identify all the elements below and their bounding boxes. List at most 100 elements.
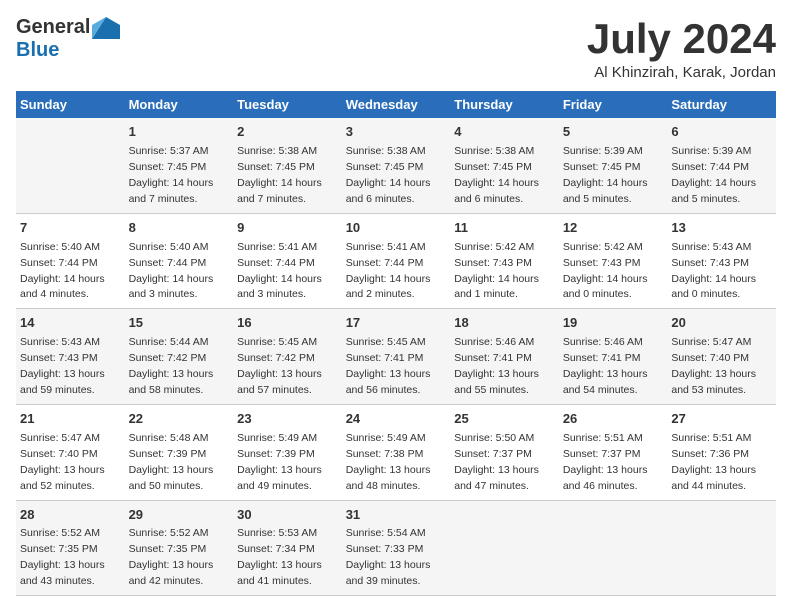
calendar-cell: 20 Sunrise: 5:47 AMSunset: 7:40 PMDaylig…	[667, 309, 776, 405]
header-tuesday: Tuesday	[233, 91, 342, 118]
calendar-cell: 8 Sunrise: 5:40 AMSunset: 7:44 PMDayligh…	[125, 213, 234, 309]
header-saturday: Saturday	[667, 91, 776, 118]
calendar-header-row: SundayMondayTuesdayWednesdayThursdayFrid…	[16, 91, 776, 118]
calendar-cell: 3 Sunrise: 5:38 AMSunset: 7:45 PMDayligh…	[342, 118, 451, 213]
day-number: 4	[454, 123, 555, 142]
day-number: 20	[671, 314, 772, 333]
day-info: Sunrise: 5:38 AMSunset: 7:45 PMDaylight:…	[454, 145, 539, 205]
day-info: Sunrise: 5:49 AMSunset: 7:39 PMDaylight:…	[237, 432, 322, 492]
day-info: Sunrise: 5:46 AMSunset: 7:41 PMDaylight:…	[454, 336, 539, 396]
day-info: Sunrise: 5:40 AMSunset: 7:44 PMDaylight:…	[20, 241, 105, 301]
day-number: 15	[129, 314, 230, 333]
calendar-week-row: 7 Sunrise: 5:40 AMSunset: 7:44 PMDayligh…	[16, 213, 776, 309]
day-number: 29	[129, 506, 230, 525]
day-number: 8	[129, 219, 230, 238]
calendar-cell: 17 Sunrise: 5:45 AMSunset: 7:41 PMDaylig…	[342, 309, 451, 405]
calendar-cell: 18 Sunrise: 5:46 AMSunset: 7:41 PMDaylig…	[450, 309, 559, 405]
day-info: Sunrise: 5:48 AMSunset: 7:39 PMDaylight:…	[129, 432, 214, 492]
day-info: Sunrise: 5:40 AMSunset: 7:44 PMDaylight:…	[129, 241, 214, 301]
page-header: General Blue July 2024 Al Khinzirah, Kar…	[16, 16, 776, 81]
day-number: 21	[20, 410, 121, 429]
day-info: Sunrise: 5:38 AMSunset: 7:45 PMDaylight:…	[346, 145, 431, 205]
day-info: Sunrise: 5:53 AMSunset: 7:34 PMDaylight:…	[237, 527, 322, 587]
day-number: 12	[563, 219, 664, 238]
day-info: Sunrise: 5:43 AMSunset: 7:43 PMDaylight:…	[671, 241, 756, 301]
calendar-cell: 15 Sunrise: 5:44 AMSunset: 7:42 PMDaylig…	[125, 309, 234, 405]
calendar-cell	[559, 500, 668, 596]
day-info: Sunrise: 5:52 AMSunset: 7:35 PMDaylight:…	[20, 527, 105, 587]
day-info: Sunrise: 5:52 AMSunset: 7:35 PMDaylight:…	[129, 527, 214, 587]
header-monday: Monday	[125, 91, 234, 118]
calendar-cell: 12 Sunrise: 5:42 AMSunset: 7:43 PMDaylig…	[559, 213, 668, 309]
logo: General Blue	[16, 16, 120, 62]
calendar-cell: 14 Sunrise: 5:43 AMSunset: 7:43 PMDaylig…	[16, 309, 125, 405]
day-info: Sunrise: 5:41 AMSunset: 7:44 PMDaylight:…	[346, 241, 431, 301]
calendar-cell: 23 Sunrise: 5:49 AMSunset: 7:39 PMDaylig…	[233, 404, 342, 500]
day-number: 16	[237, 314, 338, 333]
header-thursday: Thursday	[450, 91, 559, 118]
day-number: 30	[237, 506, 338, 525]
day-info: Sunrise: 5:42 AMSunset: 7:43 PMDaylight:…	[563, 241, 648, 301]
day-number: 11	[454, 219, 555, 238]
logo-icon	[92, 17, 120, 39]
calendar-cell: 7 Sunrise: 5:40 AMSunset: 7:44 PMDayligh…	[16, 213, 125, 309]
calendar-cell: 26 Sunrise: 5:51 AMSunset: 7:37 PMDaylig…	[559, 404, 668, 500]
day-info: Sunrise: 5:47 AMSunset: 7:40 PMDaylight:…	[20, 432, 105, 492]
day-number: 7	[20, 219, 121, 238]
day-number: 6	[671, 123, 772, 142]
calendar-cell: 19 Sunrise: 5:46 AMSunset: 7:41 PMDaylig…	[559, 309, 668, 405]
calendar-cell: 11 Sunrise: 5:42 AMSunset: 7:43 PMDaylig…	[450, 213, 559, 309]
day-info: Sunrise: 5:37 AMSunset: 7:45 PMDaylight:…	[129, 145, 214, 205]
day-info: Sunrise: 5:43 AMSunset: 7:43 PMDaylight:…	[20, 336, 105, 396]
day-number: 10	[346, 219, 447, 238]
calendar-cell: 10 Sunrise: 5:41 AMSunset: 7:44 PMDaylig…	[342, 213, 451, 309]
calendar-cell: 1 Sunrise: 5:37 AMSunset: 7:45 PMDayligh…	[125, 118, 234, 213]
calendar-cell: 13 Sunrise: 5:43 AMSunset: 7:43 PMDaylig…	[667, 213, 776, 309]
day-number: 25	[454, 410, 555, 429]
day-number: 27	[671, 410, 772, 429]
day-number: 28	[20, 506, 121, 525]
day-number: 23	[237, 410, 338, 429]
day-number: 26	[563, 410, 664, 429]
calendar-cell: 28 Sunrise: 5:52 AMSunset: 7:35 PMDaylig…	[16, 500, 125, 596]
calendar-table: SundayMondayTuesdayWednesdayThursdayFrid…	[16, 91, 776, 596]
calendar-cell	[667, 500, 776, 596]
calendar-week-row: 21 Sunrise: 5:47 AMSunset: 7:40 PMDaylig…	[16, 404, 776, 500]
day-info: Sunrise: 5:47 AMSunset: 7:40 PMDaylight:…	[671, 336, 756, 396]
day-number: 1	[129, 123, 230, 142]
day-info: Sunrise: 5:42 AMSunset: 7:43 PMDaylight:…	[454, 241, 539, 301]
calendar-cell: 24 Sunrise: 5:49 AMSunset: 7:38 PMDaylig…	[342, 404, 451, 500]
calendar-cell	[450, 500, 559, 596]
day-number: 5	[563, 123, 664, 142]
day-info: Sunrise: 5:51 AMSunset: 7:37 PMDaylight:…	[563, 432, 648, 492]
header-friday: Friday	[559, 91, 668, 118]
calendar-cell: 27 Sunrise: 5:51 AMSunset: 7:36 PMDaylig…	[667, 404, 776, 500]
calendar-cell: 6 Sunrise: 5:39 AMSunset: 7:44 PMDayligh…	[667, 118, 776, 213]
calendar-cell: 29 Sunrise: 5:52 AMSunset: 7:35 PMDaylig…	[125, 500, 234, 596]
location: Al Khinzirah, Karak, Jordan	[587, 64, 776, 81]
header-wednesday: Wednesday	[342, 91, 451, 118]
day-info: Sunrise: 5:46 AMSunset: 7:41 PMDaylight:…	[563, 336, 648, 396]
calendar-week-row: 28 Sunrise: 5:52 AMSunset: 7:35 PMDaylig…	[16, 500, 776, 596]
calendar-week-row: 14 Sunrise: 5:43 AMSunset: 7:43 PMDaylig…	[16, 309, 776, 405]
title-section: July 2024 Al Khinzirah, Karak, Jordan	[587, 16, 776, 81]
calendar-cell: 31 Sunrise: 5:54 AMSunset: 7:33 PMDaylig…	[342, 500, 451, 596]
calendar-cell	[16, 118, 125, 213]
day-info: Sunrise: 5:44 AMSunset: 7:42 PMDaylight:…	[129, 336, 214, 396]
day-number: 13	[671, 219, 772, 238]
day-info: Sunrise: 5:41 AMSunset: 7:44 PMDaylight:…	[237, 241, 322, 301]
calendar-cell: 2 Sunrise: 5:38 AMSunset: 7:45 PMDayligh…	[233, 118, 342, 213]
day-number: 9	[237, 219, 338, 238]
day-info: Sunrise: 5:39 AMSunset: 7:44 PMDaylight:…	[671, 145, 756, 205]
day-number: 17	[346, 314, 447, 333]
day-number: 2	[237, 123, 338, 142]
logo-general: General	[16, 16, 90, 39]
day-info: Sunrise: 5:45 AMSunset: 7:41 PMDaylight:…	[346, 336, 431, 396]
day-info: Sunrise: 5:49 AMSunset: 7:38 PMDaylight:…	[346, 432, 431, 492]
day-number: 31	[346, 506, 447, 525]
calendar-cell: 16 Sunrise: 5:45 AMSunset: 7:42 PMDaylig…	[233, 309, 342, 405]
calendar-cell: 5 Sunrise: 5:39 AMSunset: 7:45 PMDayligh…	[559, 118, 668, 213]
day-number: 19	[563, 314, 664, 333]
day-number: 3	[346, 123, 447, 142]
month-title: July 2024	[587, 16, 776, 62]
